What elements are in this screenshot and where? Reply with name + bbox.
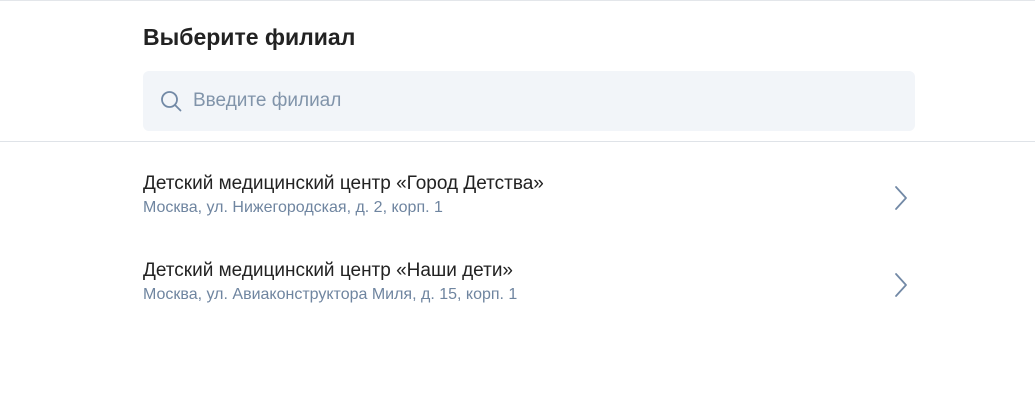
divider — [0, 141, 1035, 142]
branch-address: Москва, ул. Авиаконструктора Миля, д. 15… — [143, 286, 518, 303]
chevron-right-icon — [893, 271, 909, 299]
search-input[interactable] — [193, 90, 873, 112]
header: Выберите филиал — [143, 23, 915, 131]
chevron-right-icon — [893, 184, 909, 212]
branch-address: Москва, ул. Нижегородская, д. 2, корп. 1 — [143, 199, 443, 216]
branch-name: Детский медицинский центр «Наши дети» — [143, 260, 513, 281]
branch-item-gorod-detstva[interactable]: Детский медицинский центр «Город Детства… — [143, 172, 915, 259]
branch-item-nashi-deti[interactable]: Детский медицинский центр «Наши дети» Мо… — [143, 259, 915, 346]
branch-selector-page: Выберите филиал Детский медицинский цент… — [0, 0, 1035, 400]
branch-name: Детский медицинский центр «Город Детства… — [143, 173, 544, 194]
branch-list: Детский медицинский центр «Город Детства… — [143, 172, 915, 346]
page-title: Выберите филиал — [143, 24, 356, 50]
search-icon — [160, 90, 182, 112]
search-box[interactable] — [143, 71, 915, 131]
